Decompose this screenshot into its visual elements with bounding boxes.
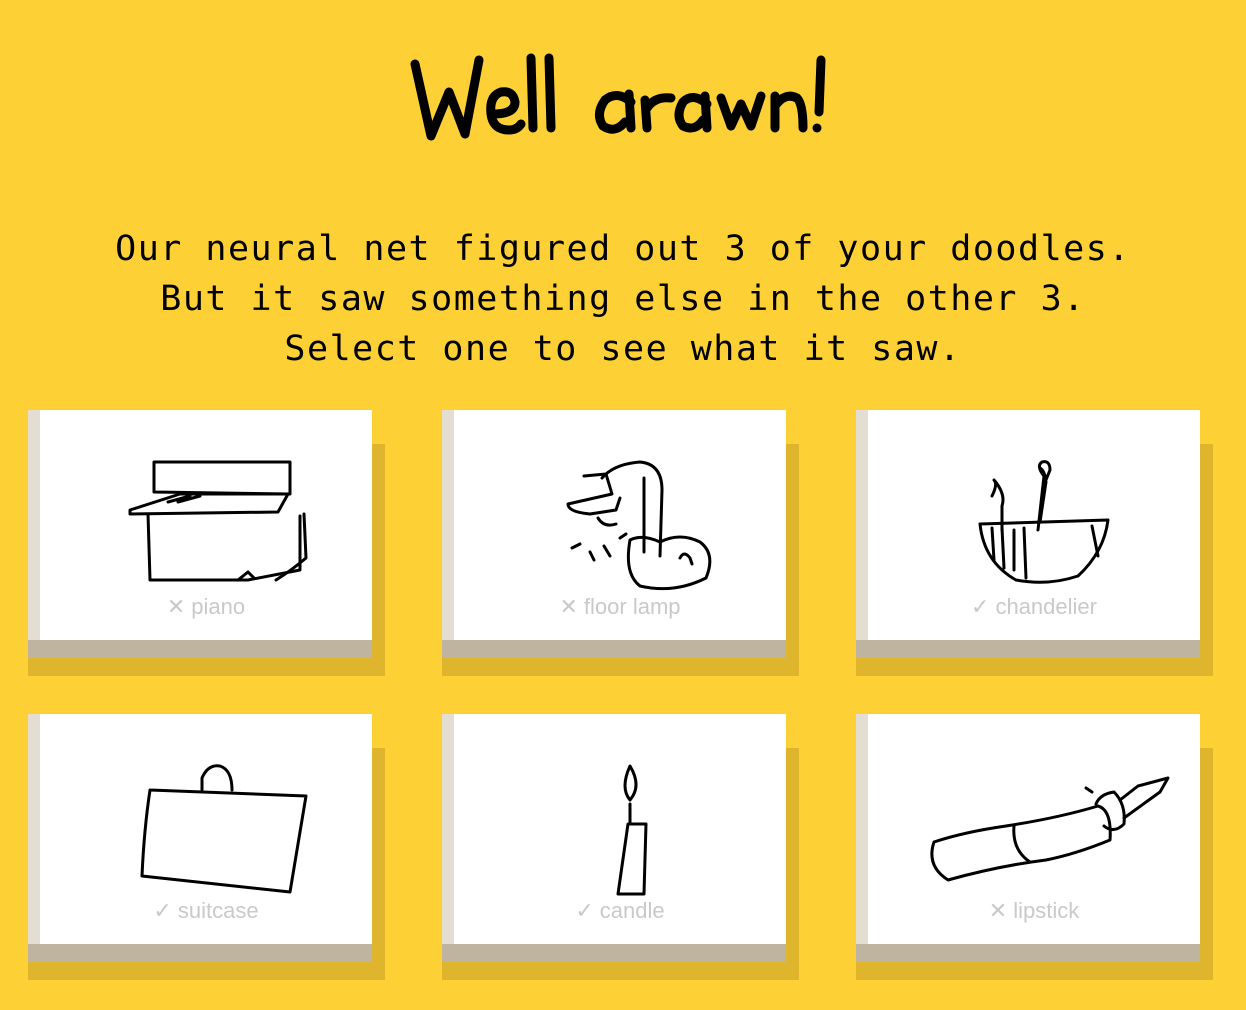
message-line-3: Select one to see what it saw.	[284, 329, 962, 369]
page-title-text: Well drawn!	[0, 30, 1, 31]
card-face: ✓ chandelier	[868, 410, 1200, 640]
card-edge	[442, 410, 454, 658]
card-bottom-edge	[856, 944, 1200, 962]
doodle-label-text: piano	[191, 594, 246, 619]
doodle-label: ✕ floor lamp	[454, 594, 786, 620]
card-face: ✕ floor lamp	[454, 410, 786, 640]
lipstick-doodle-icon	[930, 776, 1170, 882]
result-check-icon: ✓	[971, 594, 990, 619]
card-bottom-edge	[28, 640, 372, 658]
card-edge	[442, 714, 454, 962]
title-handwritten-logo	[410, 53, 826, 141]
doodle-card-suitcase[interactable]: ✓ suitcase	[28, 714, 385, 980]
doodle-label: ✓ candle	[454, 898, 786, 924]
doodle-label-text: chandelier	[995, 594, 1097, 619]
page-title: Well drawn!	[0, 30, 1246, 160]
message-line-2: But it saw something else in the other 3…	[160, 279, 1086, 319]
card-edge	[856, 714, 868, 962]
card-edge	[856, 410, 868, 658]
card-edge	[28, 410, 40, 658]
doodle-label: ✓ chandelier	[868, 594, 1200, 620]
doodle-label-text: candle	[599, 898, 665, 923]
doodle-label-text: floor lamp	[583, 594, 681, 619]
chandelier-doodle-icon	[978, 460, 1110, 584]
piano-doodle-icon	[128, 460, 308, 582]
doodle-label: ✕ lipstick	[868, 898, 1200, 924]
card-shadow-side	[371, 748, 385, 980]
card-bottom-edge	[28, 944, 372, 962]
doodle-card-floor-lamp[interactable]: ✕ floor lamp	[442, 410, 799, 676]
floor-lamp-doodle-icon	[566, 460, 712, 591]
doodle-label-text: suitcase	[177, 898, 259, 923]
card-shadow-side	[785, 444, 799, 676]
result-x-icon: ✕	[559, 594, 578, 619]
doodle-card-candle[interactable]: ✓ candle	[442, 714, 799, 980]
doodle-label: ✓ suitcase	[40, 898, 372, 924]
card-bottom-edge	[856, 640, 1200, 658]
card-face: ✕ lipstick	[868, 714, 1200, 944]
doodle-label-text: lipstick	[1013, 898, 1080, 923]
card-shadow-side	[785, 748, 799, 980]
doodle-card-lipstick[interactable]: ✕ lipstick	[856, 714, 1213, 980]
result-x-icon: ✕	[166, 594, 186, 619]
result-x-icon: ✕	[988, 898, 1008, 923]
suitcase-doodle-icon	[140, 764, 308, 894]
card-face: ✓ suitcase	[40, 714, 372, 944]
doodle-label: ✕ piano	[40, 594, 372, 620]
card-face: ✓ candle	[454, 714, 786, 944]
doodle-card-piano[interactable]: ✕ piano	[28, 410, 385, 676]
doodle-card-chandelier[interactable]: ✓ chandelier	[856, 410, 1213, 676]
card-face: ✕ piano	[40, 410, 372, 640]
message-line-1: Our neural net figured out 3 of your doo…	[115, 229, 1131, 269]
card-shadow-side	[1199, 748, 1213, 980]
result-check-icon: ✓	[153, 898, 172, 923]
card-bottom-edge	[442, 944, 786, 962]
card-edge	[28, 714, 40, 962]
card-shadow-side	[371, 444, 385, 676]
result-message: Our neural net figured out 3 of your doo…	[0, 224, 1246, 374]
result-check-icon: ✓	[575, 898, 594, 923]
candle-doodle-icon	[616, 764, 648, 896]
card-bottom-edge	[442, 640, 786, 658]
card-shadow-side	[1199, 444, 1213, 676]
